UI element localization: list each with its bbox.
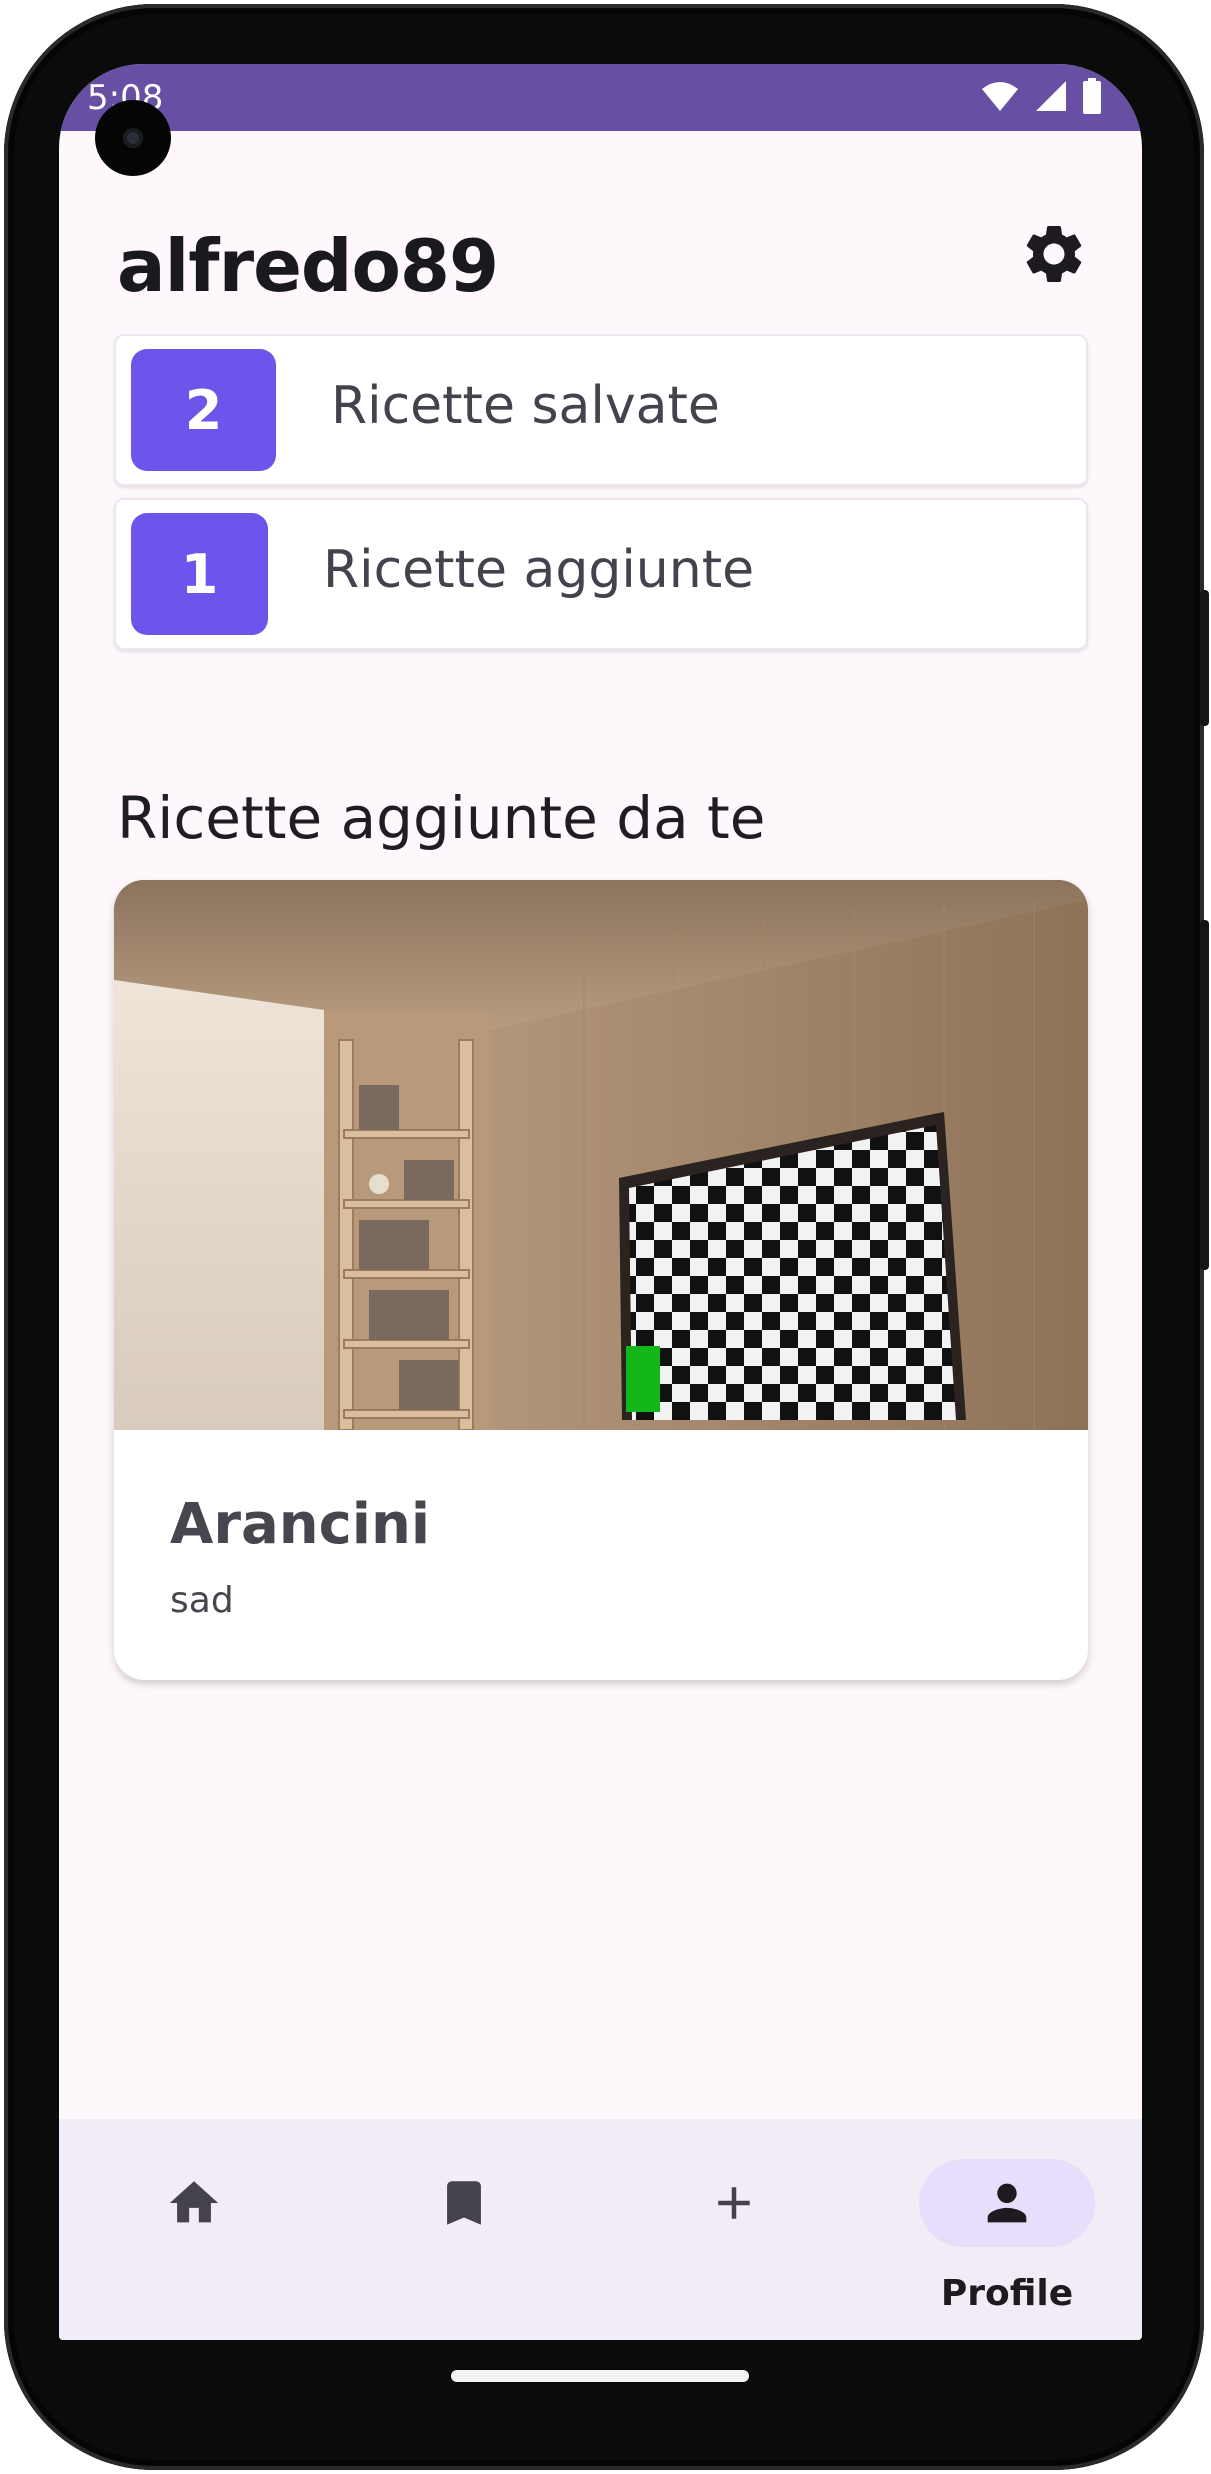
- status-icons: [980, 78, 1102, 114]
- nav-saved[interactable]: [329, 2119, 599, 2340]
- nav-profile-indicator: [919, 2159, 1095, 2247]
- front-camera: [95, 100, 171, 176]
- status-bar: 5:08: [59, 64, 1142, 131]
- home-icon: [169, 2181, 219, 2223]
- nav-profile[interactable]: Profile: [872, 2119, 1142, 2340]
- bottom-navigation: Profile: [59, 2119, 1142, 2340]
- app-screen: 5:08 alfredo89 2 Ricette salvate 1 Ricet…: [59, 64, 1142, 2340]
- phone-frame: 5:08 alfredo89 2 Ricette salvate 1 Ricet…: [0, 0, 1211, 2474]
- recipe-title: Arancini: [170, 1492, 431, 1557]
- added-recipes-label: Ricette aggiunte: [323, 540, 755, 600]
- nav-add-indicator: [646, 2159, 822, 2247]
- wifi-icon: [982, 82, 1018, 111]
- gear-icon: [1026, 225, 1082, 282]
- settings-button[interactable]: [1014, 214, 1094, 294]
- nav-home-indicator: [106, 2159, 282, 2247]
- battery-icon: [1083, 78, 1101, 114]
- add-icon: [718, 2187, 750, 2219]
- power-button: [1200, 590, 1209, 726]
- recipe-description: sad: [170, 1580, 234, 1621]
- person-icon: [987, 2183, 1027, 2223]
- recipe-card[interactable]: Arancini sad: [114, 880, 1088, 1680]
- gesture-home-bar[interactable]: [451, 2370, 749, 2382]
- section-title: Ricette aggiunte da te: [117, 784, 766, 852]
- saved-count-badge: 2: [131, 349, 276, 471]
- nav-saved-indicator: [376, 2159, 552, 2247]
- recipe-image: [114, 880, 1088, 1430]
- volume-button: [1200, 920, 1209, 1270]
- page-title: alfredo89: [117, 224, 499, 308]
- nav-add[interactable]: [599, 2119, 869, 2340]
- saved-recipes-card[interactable]: 2 Ricette salvate: [114, 334, 1088, 486]
- bookmark-icon: [447, 2181, 481, 2225]
- added-recipes-card[interactable]: 1 Ricette aggiunte: [114, 498, 1088, 650]
- saved-recipes-label: Ricette salvate: [331, 376, 720, 436]
- nav-home[interactable]: [59, 2119, 329, 2340]
- added-count-badge: 1: [131, 513, 268, 635]
- cell-signal-icon: [1036, 81, 1066, 111]
- nav-profile-label: Profile: [940, 2273, 1074, 2314]
